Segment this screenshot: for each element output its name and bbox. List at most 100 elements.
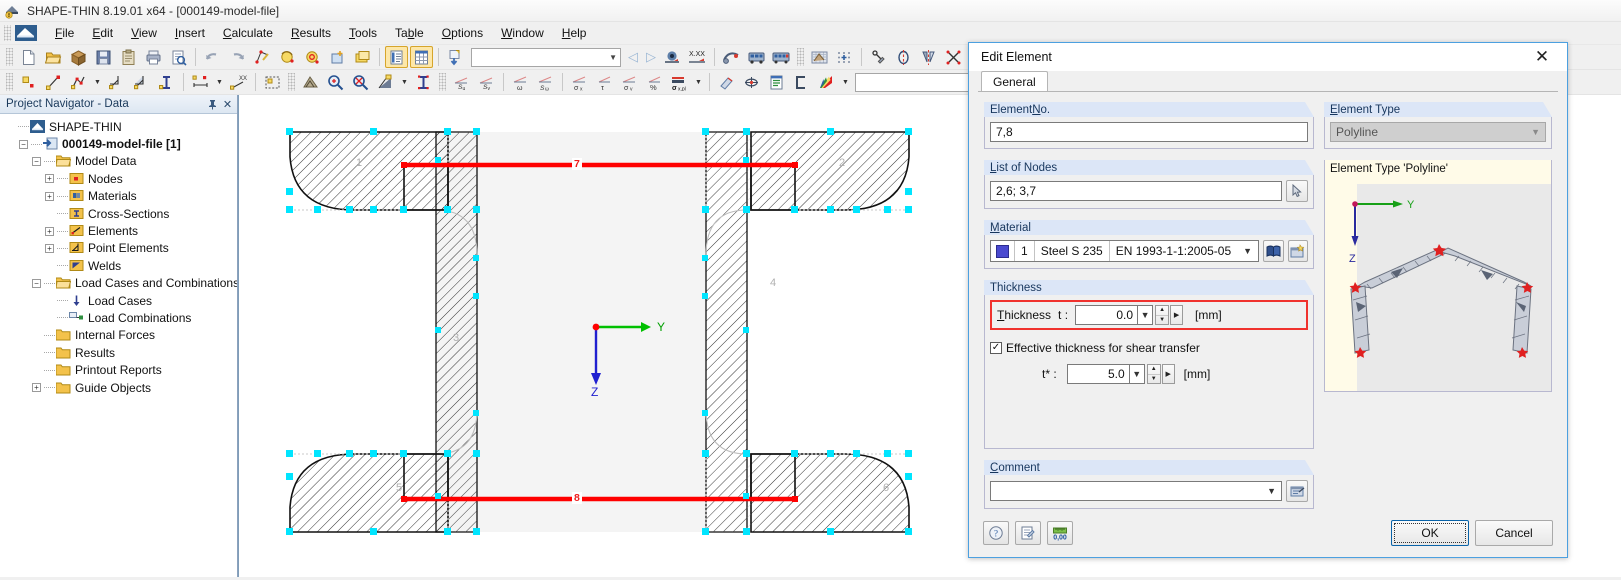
menu-grip[interactable] <box>4 25 11 41</box>
toolbar2-grip[interactable] <box>6 73 13 91</box>
edit-section-icon[interactable] <box>251 46 274 68</box>
dropdown-arrow-1[interactable]: ▼ <box>92 71 103 93</box>
menu-item-file[interactable]: File <box>46 24 83 42</box>
object-snap-icon[interactable] <box>867 46 890 68</box>
tree-item-results[interactable]: Results <box>2 344 237 361</box>
tree-item-load-cases[interactable]: Load Cases <box>2 292 237 309</box>
toolbar1b-grip[interactable] <box>797 48 804 66</box>
tree-toggle-plus[interactable]: + <box>45 191 54 201</box>
thickness-t-input[interactable]: 0.0 <box>1075 305 1138 325</box>
eraser-icon[interactable] <box>715 71 738 93</box>
thickness-tstar-more-button[interactable]: ▶ <box>1161 364 1175 384</box>
s-omega-icon[interactable]: Sω <box>534 71 557 93</box>
new-line-element-icon[interactable] <box>42 71 65 93</box>
tree-item-point-elements[interactable]: + Point Elements <box>2 240 237 257</box>
tree-toggle-plus[interactable]: + <box>45 174 54 184</box>
thickness-t-control[interactable]: 0.0 ▼ ▲ ▼ ▶ <box>1075 305 1184 325</box>
sigma-x-icon[interactable]: σx <box>568 71 591 93</box>
select-region-icon[interactable] <box>261 71 284 93</box>
chevron-down-icon[interactable]: ▼ <box>1237 246 1258 256</box>
redo-icon[interactable] <box>226 46 249 68</box>
new-node-icon[interactable] <box>17 71 40 93</box>
navigator-tree[interactable]: SHAPE-THIN − 000149-model-file [1] − Model D… <box>0 114 237 577</box>
toolbar2c-grip[interactable] <box>439 73 446 91</box>
thickness-t-more-button[interactable]: ▶ <box>1170 305 1184 325</box>
zoom-in-icon[interactable] <box>324 71 347 93</box>
menu-item-results[interactable]: Results <box>282 24 340 42</box>
sv-icon[interactable]: Sv <box>475 71 498 93</box>
edit-element-dialog[interactable]: Edit Element ✕ General Element No. 7,8 L… <box>968 42 1568 558</box>
tree-item-elements[interactable]: + Elements <box>2 222 237 239</box>
new-point-element2-icon[interactable] <box>130 71 153 93</box>
new-material-icon[interactable] <box>1287 240 1308 262</box>
rotate-left-icon[interactable] <box>276 46 299 68</box>
units-ruler-icon[interactable]: 0,00 <box>1047 521 1073 545</box>
intersect-icon[interactable] <box>942 46 965 68</box>
material-combobox[interactable]: 1 Steel S 235 EN 1993-1-1:2005-05 ▼ <box>990 240 1260 262</box>
mesh-icon[interactable] <box>299 71 322 93</box>
omega-icon[interactable]: ω <box>509 71 532 93</box>
menu-item-insert[interactable]: Insert <box>166 24 214 42</box>
comment-picker-icon[interactable] <box>1286 480 1308 502</box>
report-icon[interactable] <box>765 71 788 93</box>
dropdown-arrow-3[interactable]: ▼ <box>399 71 410 93</box>
dimension-icon[interactable] <box>189 71 212 93</box>
close-icon[interactable]: ✕ <box>221 98 234 111</box>
add-window-icon[interactable] <box>326 46 349 68</box>
menu-item-view[interactable]: View <box>122 24 166 42</box>
effective-thickness-checkbox[interactable]: ✓ <box>990 342 1002 354</box>
dropdown-arrow-2[interactable]: ▼ <box>214 71 225 93</box>
percent-icon[interactable]: % <box>643 71 666 93</box>
menu-item-edit[interactable]: Edit <box>83 24 122 42</box>
new-cross-section-icon[interactable] <box>155 71 178 93</box>
thickness-tstar-control[interactable]: 5.0 ▼ ▲ ▼ ▶ <box>1066 364 1175 384</box>
material-library-icon[interactable] <box>1263 240 1284 262</box>
rotate-axis-icon[interactable] <box>892 46 915 68</box>
bus-multi-icon[interactable] <box>770 46 793 68</box>
print-preview-icon[interactable] <box>167 46 190 68</box>
prev-arrow-icon[interactable]: ◁ <box>624 49 642 65</box>
close-icon[interactable]: ✕ <box>1521 44 1563 71</box>
thickness-tstar-input[interactable]: 5.0 <box>1066 364 1129 384</box>
tree-item-nodes[interactable]: + Nodes <box>2 170 237 187</box>
tree-toggle-minus[interactable]: − <box>19 139 28 149</box>
next-arrow-icon[interactable]: ▷ <box>642 49 660 65</box>
undo-icon[interactable] <box>201 46 224 68</box>
text-icon[interactable] <box>412 71 435 93</box>
rotate-right-icon[interactable] <box>301 46 324 68</box>
tree-toggle-plus[interactable]: + <box>45 243 54 253</box>
menu-item-table[interactable]: Table <box>386 24 433 42</box>
center-icon[interactable] <box>740 71 763 93</box>
grid-snap-icon[interactable] <box>808 46 831 68</box>
zoom-out-icon[interactable] <box>349 71 372 93</box>
open-package-icon[interactable] <box>67 46 90 68</box>
fill-icon[interactable] <box>374 71 397 93</box>
open-file-icon[interactable] <box>42 46 65 68</box>
clipboard-icon[interactable] <box>117 46 140 68</box>
table-grid-icon[interactable] <box>410 46 433 68</box>
chevron-down-icon[interactable]: ▼ <box>1137 305 1154 325</box>
tree-toggle-plus[interactable]: + <box>45 226 54 236</box>
edit-note-icon[interactable] <box>1015 521 1041 545</box>
comment-combobox[interactable]: ▼ <box>990 481 1282 501</box>
list-of-nodes-input[interactable]: 2,6; 3,7 <box>990 181 1282 201</box>
sigma-v-icon[interactable]: σv <box>618 71 641 93</box>
tree-item-shape-thin[interactable]: SHAPE-THIN <box>2 118 237 135</box>
sigma-x-pl-icon[interactable]: σ x,pl <box>668 71 691 93</box>
cancel-button[interactable]: Cancel <box>1475 520 1553 546</box>
tau-icon[interactable]: τ <box>593 71 616 93</box>
toolbar2b-grip[interactable] <box>288 73 295 91</box>
menu-item-calculate[interactable]: Calculate <box>214 24 282 42</box>
thickness-t-stepper[interactable]: ▲ ▼ <box>1155 305 1170 325</box>
ok-button[interactable]: OK <box>1391 520 1469 546</box>
table-list-icon[interactable] <box>385 46 408 68</box>
tree-item-guide-objects[interactable]: + Guide Objects <box>2 379 237 396</box>
render-icon[interactable] <box>720 46 743 68</box>
menu-item-options[interactable]: Options <box>433 24 492 42</box>
color-palette-icon[interactable] <box>815 71 838 93</box>
tree-item-internal-forces[interactable]: Internal Forces <box>2 327 237 344</box>
tree-toggle-plus[interactable]: + <box>32 383 41 393</box>
effective-thickness-check-row[interactable]: ✓ Effective thickness for shear transfer <box>990 341 1308 355</box>
tree-item-model-data[interactable]: − Model Data <box>2 153 237 170</box>
su-icon[interactable]: Su <box>450 71 473 93</box>
